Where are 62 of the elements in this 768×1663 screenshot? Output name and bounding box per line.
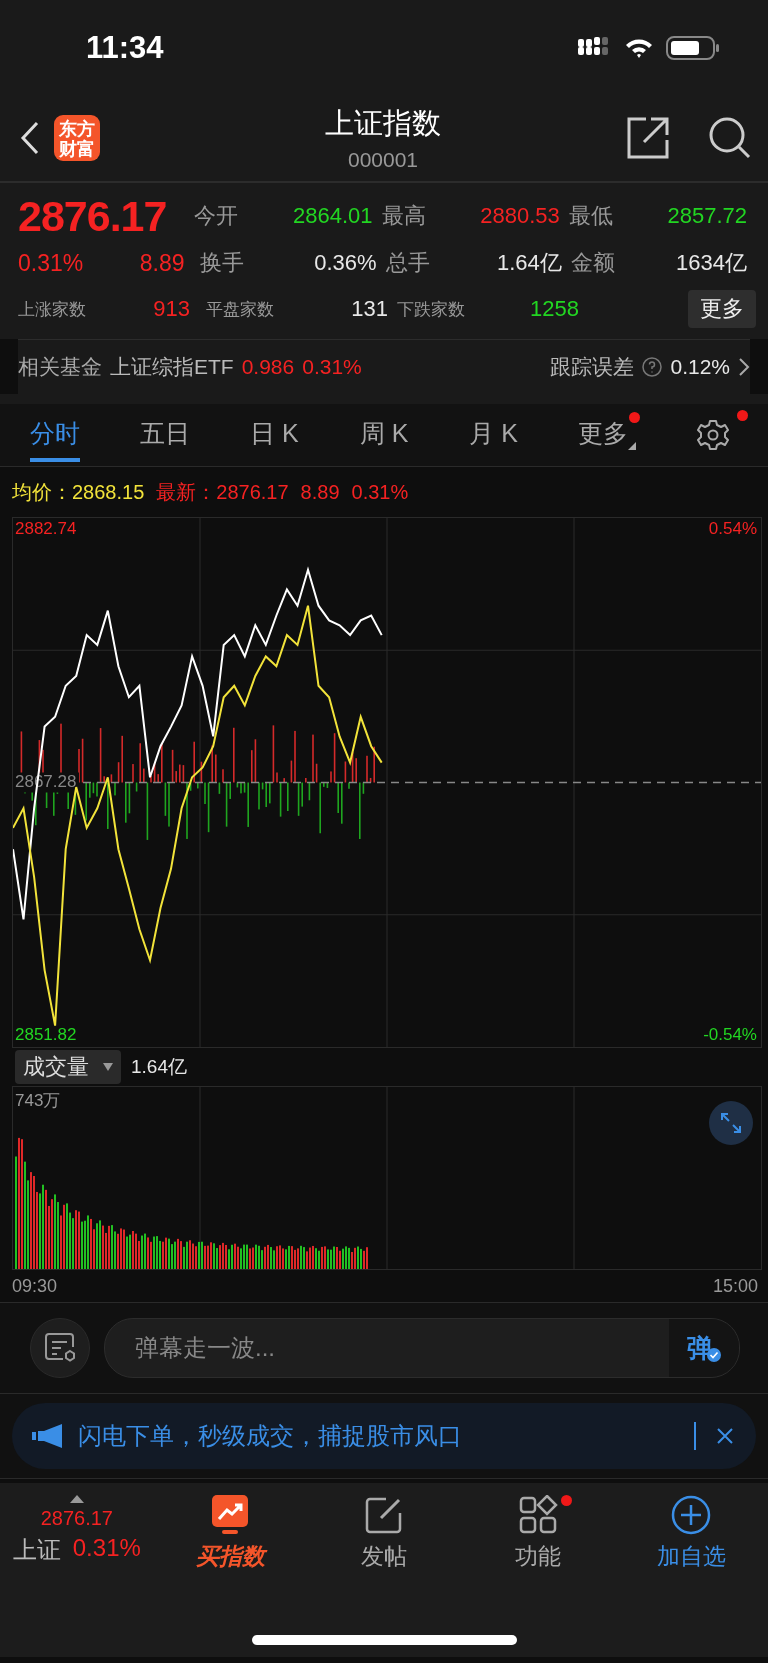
- nav-tab[interactable]: 功能: [460, 1483, 615, 1583]
- fund-label: 相关基金: [18, 354, 102, 380]
- fund-name[interactable]: 上证综指ETF: [110, 353, 234, 381]
- more-button[interactable]: 更多: [688, 290, 756, 328]
- stock-code: 000001: [347, 148, 419, 172]
- chart-tab[interactable]: 五日: [139, 408, 190, 462]
- stat-label: 换手: [200, 249, 245, 277]
- tracking-label: 跟踪误差: [550, 354, 635, 380]
- breadth-label: 下跌家数: [397, 298, 465, 321]
- index-price: 2876.17: [18, 191, 168, 241]
- page-title: 上证指数: [325, 106, 441, 141]
- axis-label: -0.54%: [703, 1024, 757, 1044]
- chart-tab[interactable]: 更多: [578, 408, 629, 462]
- breadth-value: 1258: [530, 296, 579, 322]
- index-price: 2876.17: [40, 1507, 113, 1530]
- change-percent: 0.31%: [18, 249, 84, 277]
- stat-value: 1.64亿: [497, 249, 562, 277]
- stat-label: 总手: [385, 249, 430, 277]
- latest-price-label: 最新：2876.17: [156, 479, 289, 505]
- fund-change: 0.31%: [302, 355, 362, 379]
- chart-tab[interactable]: 月 K: [469, 408, 519, 462]
- change-value: 8.89: [139, 249, 185, 277]
- danmaku-input[interactable]: 弹幕走一波... 弹: [104, 1318, 740, 1378]
- stat-value: 2864.01: [293, 203, 373, 229]
- time-label: 09:30: [12, 1275, 58, 1297]
- breadth-value: 131: [351, 296, 388, 322]
- stat-value: 1634亿: [676, 249, 747, 277]
- latest-change: 8.89: [300, 480, 340, 504]
- app-logo: 东方财富: [54, 115, 100, 161]
- stat-label: 最低: [568, 202, 613, 230]
- status-time: 11:34: [86, 29, 164, 66]
- stat-label: 最高: [381, 202, 426, 230]
- axis-label: 2851.82: [15, 1024, 77, 1044]
- chart-tab[interactable]: 日 K: [250, 408, 299, 462]
- stat-label: 今开: [194, 202, 239, 230]
- stat-value: 2880.53: [480, 203, 560, 229]
- nav-tab[interactable]: 发帖: [307, 1483, 461, 1583]
- time-label: 15:00: [712, 1275, 758, 1297]
- promo-banner[interactable]: 闪电下单，秒级成交，捕捉股市风口: [12, 1403, 756, 1469]
- volume-total: 1.64亿: [131, 1055, 187, 1079]
- nav-tab[interactable]: 加自选: [614, 1483, 768, 1583]
- nav-tab[interactable]: 买指数: [153, 1483, 308, 1583]
- chart-tab[interactable]: 周 K: [359, 408, 409, 462]
- axis-label: 0.54%: [708, 519, 757, 539]
- index-name: 上证: [12, 1535, 61, 1565]
- breadth-label: 上涨家数: [18, 298, 86, 321]
- breadth-label: 平盘家数: [206, 298, 274, 321]
- latest-change-percent: 0.31%: [351, 480, 409, 504]
- index-change: 0.31%: [72, 1534, 141, 1563]
- breadth-value: 913: [153, 296, 190, 322]
- stat-value: 0.36%: [314, 250, 377, 276]
- stat-label: 金额: [570, 249, 615, 277]
- tracking-value: 0.12%: [670, 355, 730, 379]
- avg-price-label: 均价：2868.15: [12, 479, 145, 505]
- banner-text: 闪电下单，秒级成交，捕捉股市风口: [78, 1421, 463, 1451]
- axis-label: 2882.74: [15, 519, 77, 539]
- send-button[interactable]: 弹: [669, 1319, 739, 1377]
- chart-tab[interactable]: 分时: [29, 408, 80, 462]
- stat-value: 2857.72: [667, 203, 747, 229]
- axis-label: 743万: [15, 1090, 61, 1112]
- fund-price: 0.986: [241, 355, 295, 379]
- indicator-dropdown[interactable]: 成交量: [15, 1050, 121, 1084]
